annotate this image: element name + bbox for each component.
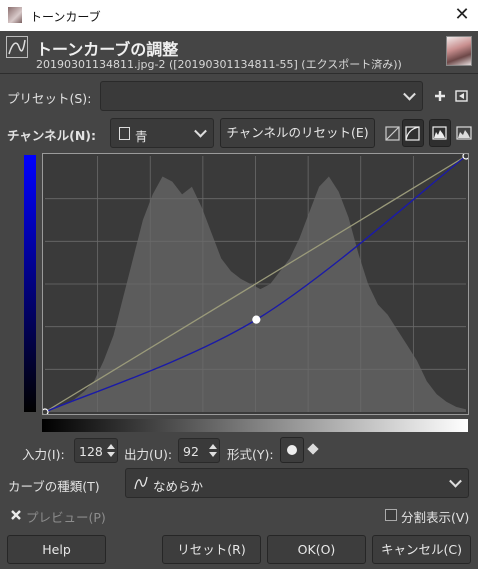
input-spinbox[interactable]: 128 [74, 438, 118, 463]
curve-canvas[interactable] [43, 154, 468, 414]
input-label: 入力(I): [22, 447, 65, 462]
corner-point-diamond-icon[interactable] [307, 443, 319, 455]
curve-type-label: カーブの種類(T) [8, 479, 100, 494]
smooth-point-button[interactable] [280, 437, 304, 463]
spin-down-icon[interactable] [209, 452, 217, 457]
window-title: トーンカーブ [30, 10, 101, 24]
ok-button[interactable]: OK(O) [267, 535, 366, 564]
smooth-curve-icon [134, 476, 148, 490]
spin-down-icon[interactable] [107, 452, 115, 457]
cancel-button[interactable]: キャンセル(C) [372, 535, 471, 564]
input-value: 128 [79, 444, 103, 459]
curve-type-value: なめらか [153, 479, 204, 494]
curve-type-combo[interactable]: なめらか [125, 468, 469, 498]
linear-histogram-icon[interactable] [383, 122, 403, 144]
channel-icon [119, 127, 130, 140]
spin-up-icon[interactable] [107, 444, 115, 449]
dialog-subtitle: 20190301134811.jpg-2 ([20190301134811-55… [36, 58, 402, 71]
channel-reset-button[interactable]: チャンネルのリセット(E) [220, 118, 375, 148]
curves-icon [6, 36, 28, 58]
channel-combo[interactable]: 青 [110, 118, 214, 148]
format-label: 形式(Y): [227, 447, 274, 462]
output-value: 92 [183, 444, 199, 459]
curve-control-point[interactable] [43, 408, 49, 414]
chevron-down-icon [403, 87, 416, 101]
split-view-checkbox[interactable] [385, 509, 397, 521]
close-icon[interactable]: ✕ [452, 4, 472, 26]
presets-label: プリセット(S): [7, 91, 92, 106]
channel-label: チャンネル(N): [7, 128, 97, 143]
split-view-label[interactable]: 分割表示(V) [401, 507, 469, 526]
curve-control-point[interactable] [252, 315, 261, 324]
input-gradient-bar [42, 419, 468, 432]
presets-combo[interactable] [100, 81, 423, 111]
preview-checkbox[interactable] [10, 509, 22, 521]
app-icon [8, 7, 22, 23]
help-button[interactable]: Help [7, 535, 106, 564]
chevron-down-icon [194, 124, 207, 138]
curve-control-point[interactable] [462, 154, 468, 160]
channel-gradient-bar [24, 155, 36, 412]
reset-button[interactable]: リセット(R) [162, 535, 261, 564]
window-titlebar: トーンカーブ ✕ [0, 0, 478, 31]
header-separator [0, 73, 478, 74]
chevron-down-icon [449, 474, 462, 488]
output-spinbox[interactable]: 92 [178, 438, 220, 463]
add-preset-icon[interactable] [430, 85, 450, 107]
preview-label[interactable]: プレビュー(P) [26, 507, 106, 526]
log-histogram-icon[interactable] [402, 119, 424, 147]
channel-value: 青 [135, 129, 148, 144]
histogram-mode-icon[interactable] [429, 119, 451, 147]
image-thumbnail [446, 36, 472, 66]
circle-icon [287, 445, 297, 455]
spin-up-icon[interactable] [209, 444, 217, 449]
preset-menu-icon[interactable] [452, 85, 472, 107]
curve-graph[interactable] [42, 153, 469, 415]
output-label: 出力(U): [124, 447, 173, 462]
histogram-combined-icon[interactable] [454, 122, 474, 144]
